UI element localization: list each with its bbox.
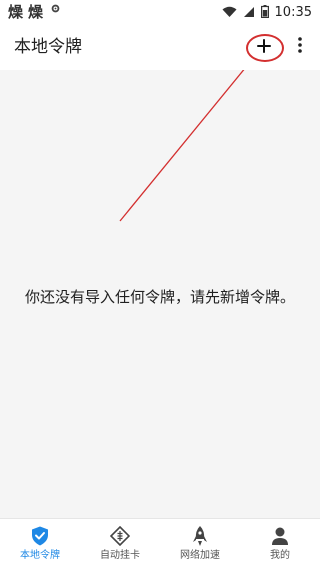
battery-icon: [260, 3, 269, 22]
tab-label: 自动挂卡: [100, 550, 140, 561]
tab-network-boost[interactable]: 网络加速: [160, 519, 240, 569]
wifi-icon: [222, 3, 237, 22]
gear-icon: [50, 2, 61, 22]
notification-icon: 燥: [28, 3, 44, 21]
status-notification-icons: 燥 燥: [8, 2, 61, 22]
notification-icon: 燥: [8, 3, 24, 21]
shield-check-icon: [29, 525, 51, 547]
token-list-area: 你还没有导入任何令牌，请先新增令牌。: [0, 70, 320, 518]
app-bar: 本地令牌: [0, 24, 320, 70]
more-options-button[interactable]: [290, 34, 310, 60]
tab-local-tokens[interactable]: 本地令牌: [0, 519, 80, 569]
status-bar: 燥 燥 10:35: [0, 0, 320, 24]
tab-label: 我的: [270, 550, 290, 561]
status-time: 10:35: [274, 4, 312, 20]
tab-auto-trade[interactable]: 自动挂卡: [80, 519, 160, 569]
more-vertical-icon: [298, 37, 302, 57]
status-system-icons: 10:35: [222, 3, 312, 22]
tab-label: 网络加速: [180, 550, 220, 561]
add-token-button[interactable]: [246, 34, 284, 62]
person-icon: [269, 525, 291, 547]
card-icon: [109, 525, 131, 547]
tab-label: 本地令牌: [20, 550, 60, 561]
page-title: 本地令牌: [14, 37, 82, 57]
signal-icon: [243, 3, 255, 22]
tab-profile[interactable]: 我的: [240, 519, 320, 569]
bottom-navigation: 本地令牌 自动挂卡 网络加速 我的: [0, 518, 320, 569]
empty-state-message: 你还没有导入任何令牌，请先新增令牌。: [24, 288, 295, 306]
rocket-icon: [189, 525, 211, 547]
annotation-circle: [246, 34, 284, 62]
